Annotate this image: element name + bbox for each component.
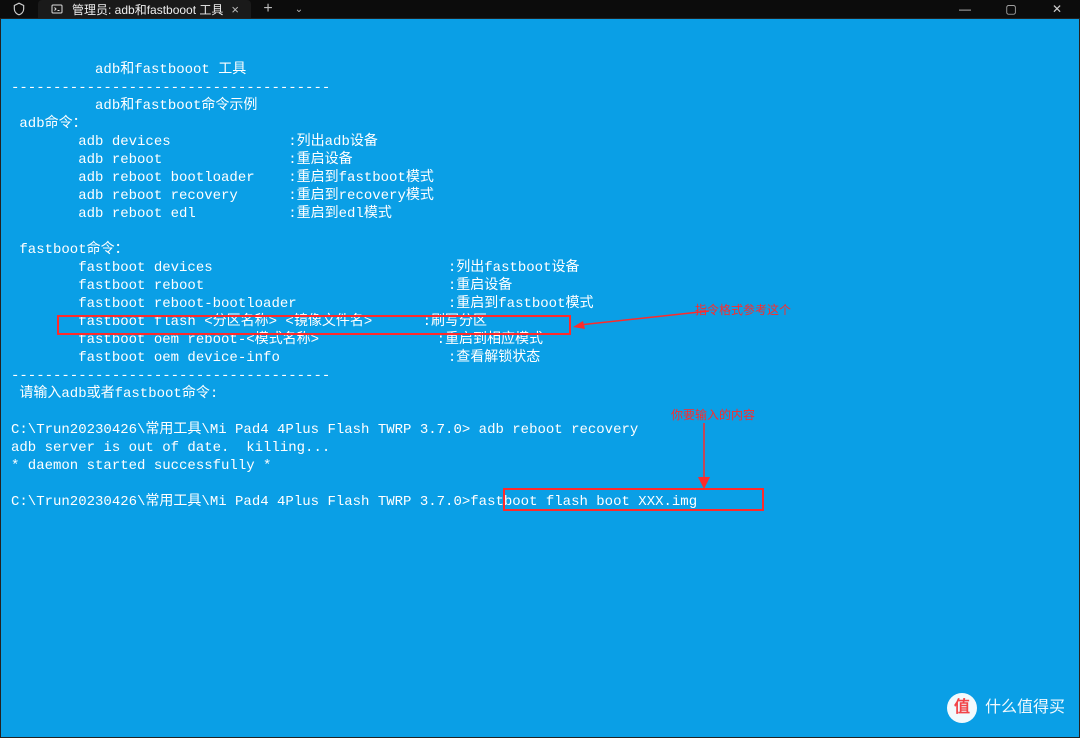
minimize-button[interactable]: — [942,0,988,18]
tab-close-icon[interactable]: × [231,2,239,17]
terminal-line: adb reboot edl :重启到edl模式 [11,205,1069,223]
watermark-badge: 值 [947,693,977,723]
shield-icon [0,0,38,18]
maximize-button[interactable]: ▢ [988,0,1034,18]
tab-dropdown-icon[interactable]: ⌄ [285,0,313,18]
terminal-line: adb server is out of date. killing... [11,439,1069,457]
terminal-line [11,403,1069,421]
terminal-line: fastboot oem reboot-<模式名称> :重启到相应模式 [11,331,1069,349]
annotation-label-user-input: 你要输入的内容 [671,406,755,424]
terminal-line: -------------------------------------- [11,79,1069,97]
terminal-line: adb reboot bootloader :重启到fastboot模式 [11,169,1069,187]
terminal-line: adb命令： [11,115,1069,133]
terminal-line: C:\Trun20230426\常用工具\Mi Pad4 4Plus Flash… [11,493,1069,511]
terminal-line: adb devices :列出adb设备 [11,133,1069,151]
terminal-line: C:\Trun20230426\常用工具\Mi Pad4 4Plus Flash… [11,421,1069,439]
terminal-body[interactable]: adb和fastbooot 工具------------------------… [0,18,1080,738]
terminal-output: adb和fastbooot 工具------------------------… [11,61,1069,511]
terminal-line: fastboot reboot-bootloader :重启到fastboot模… [11,295,1069,313]
new-tab-button[interactable]: + [251,0,285,18]
titlebar: 管理员: adb和fastbooot 工具 × + ⌄ — ▢ ✕ [0,0,1080,18]
terminal-line: fastboot命令： [11,241,1069,259]
terminal-line: adb reboot :重启设备 [11,151,1069,169]
terminal-line: adb和fastbooot 工具 [11,61,1069,79]
terminal-line: fastboot flash <分区名称> <镜像文件名> :刷写分区 [11,313,1069,331]
tab-label: 管理员: adb和fastbooot 工具 [72,1,223,18]
terminal-line: * daemon started successfully * [11,457,1069,475]
annotation-label-command-format: 指令格式参考这个 [695,301,791,319]
titlebar-spacer [313,0,942,18]
terminal-line: fastboot devices :列出fastboot设备 [11,259,1069,277]
close-window-button[interactable]: ✕ [1034,0,1080,18]
watermark: 值 什么值得买 [947,693,1065,723]
terminal-line: adb和fastboot命令示例 [11,97,1069,115]
terminal-line [11,475,1069,493]
tab-terminal[interactable]: 管理员: adb和fastbooot 工具 × [38,0,251,18]
terminal-window: 管理员: adb和fastbooot 工具 × + ⌄ — ▢ ✕ adb和fa… [0,0,1080,594]
terminal-line: fastboot reboot :重启设备 [11,277,1069,295]
terminal-line [11,223,1069,241]
terminal-line: -------------------------------------- [11,367,1069,385]
terminal-line: fastboot oem device-info :查看解锁状态 [11,349,1069,367]
terminal-icon [50,2,64,16]
terminal-line: 请输入adb或者fastboot命令: [11,385,1069,403]
watermark-text: 什么值得买 [985,699,1065,717]
terminal-line: adb reboot recovery :重启到recovery模式 [11,187,1069,205]
